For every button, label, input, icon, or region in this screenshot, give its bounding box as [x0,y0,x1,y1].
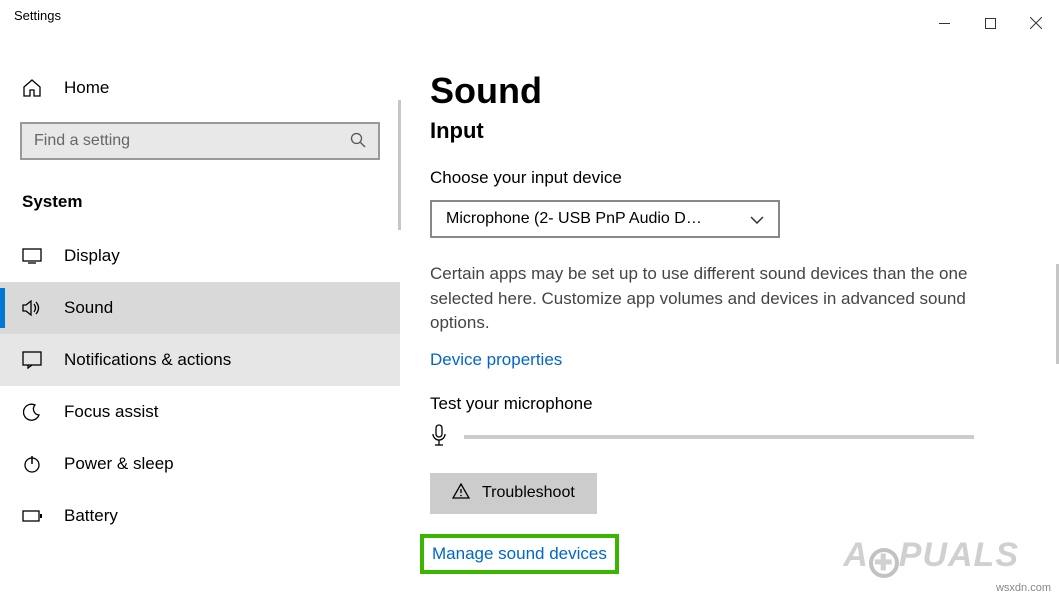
brand-watermark: A✚PUALS [843,536,1019,578]
window-title: Settings [14,8,61,23]
power-icon [22,455,42,473]
battery-icon [22,510,42,522]
section-title: System [0,184,400,230]
manage-devices-highlight: Manage sound devices [420,534,619,574]
troubleshoot-button[interactable]: Troubleshoot [430,473,597,514]
maximize-button[interactable] [967,8,1013,38]
input-device-dropdown[interactable]: Microphone (2- USB PnP Audio D… [430,200,780,238]
warning-icon [452,483,470,504]
sidebar: Home System Display Sound Notifica [0,36,400,598]
search-input[interactable] [34,132,350,150]
sound-icon [22,300,42,316]
sidebar-item-power-sleep[interactable]: Power & sleep [0,438,400,490]
test-mic-label: Test your microphone [430,394,1011,414]
mic-level-bar [464,435,974,439]
sidebar-item-label: Focus assist [64,402,158,422]
display-icon [22,248,42,264]
sidebar-item-label: Power & sleep [64,454,174,474]
troubleshoot-label: Troubleshoot [482,484,575,502]
sidebar-item-label: Notifications & actions [64,350,231,370]
chevron-down-icon [750,211,764,227]
sidebar-item-sound[interactable]: Sound [0,282,400,334]
microphone-icon [430,424,448,451]
content-area: Sound Input Choose your input device Mic… [400,36,1059,598]
search-icon [350,132,366,151]
page-subtitle: Input [430,118,1011,144]
search-box[interactable] [20,122,380,160]
notifications-icon [22,351,42,369]
page-title: Sound [430,70,1011,112]
sidebar-item-label: Display [64,246,120,266]
dropdown-value: Microphone (2- USB PnP Audio D… [446,210,702,228]
minimize-button[interactable] [921,8,967,38]
site-watermark: wsxdn.com [996,582,1051,594]
sidebar-item-label: Sound [64,298,113,318]
sidebar-item-notifications[interactable]: Notifications & actions [0,334,400,386]
home-label: Home [64,78,109,98]
home-nav[interactable]: Home [0,66,400,110]
sidebar-item-label: Battery [64,506,118,526]
sidebar-item-focus-assist[interactable]: Focus assist [0,386,400,438]
close-button[interactable] [1013,8,1059,38]
sidebar-item-display[interactable]: Display [0,230,400,282]
home-icon [22,79,42,97]
window-controls [921,8,1059,38]
sidebar-item-battery[interactable]: Battery [0,490,400,542]
input-description: Certain apps may be set up to use differ… [430,262,1010,336]
device-properties-link[interactable]: Device properties [430,350,562,370]
moon-icon [22,403,42,421]
choose-input-label: Choose your input device [430,168,1011,188]
manage-sound-devices-link[interactable]: Manage sound devices [432,544,607,564]
